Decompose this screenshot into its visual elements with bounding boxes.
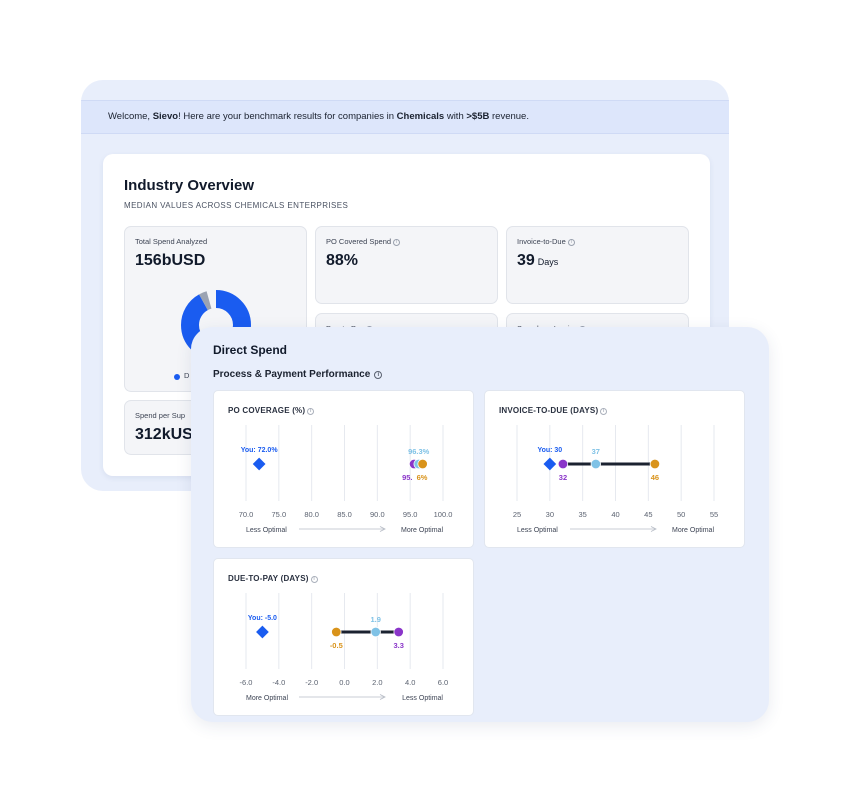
you-label: You: -5.0: [248, 615, 277, 622]
direction-label-left: Less Optimal: [517, 527, 558, 534]
info-icon[interactable]: i: [567, 239, 575, 246]
direct-spend-title: Direct Spend: [213, 343, 288, 357]
peer-label-light-blue: 37: [592, 447, 600, 456]
direction-label-right: More Optimal: [672, 527, 714, 534]
po-coverage-chart-card: PO COVERAGE (%) i 70.0 75.0 80.0 85.0 90.0 95.…: [213, 390, 474, 548]
x-tick-label: 25: [513, 510, 521, 519]
x-tick-label: 100.0: [434, 510, 453, 519]
x-tick-label: 85.0: [337, 510, 352, 519]
spend-per-supplier-value: 312kUS: [135, 426, 193, 443]
user-name: Sievo: [152, 111, 179, 122]
peer-label-orange: 46: [651, 473, 659, 482]
x-tick-label: 40: [611, 510, 619, 519]
po-covered-value: 88%: [326, 252, 359, 269]
peer-marker-light-blue: [590, 458, 602, 470]
x-tick-label: 30: [546, 510, 554, 519]
po-coverage-chart: 70.0 75.0 80.0 85.0 90.0 95.0 100.0 Less Optima…: [239, 425, 453, 534]
peer-marker-orange: [417, 458, 428, 470]
x-tick-label: 35: [578, 510, 586, 519]
invoice-to-due-value: 39: [517, 252, 535, 269]
you-marker: [543, 457, 557, 471]
peer-marker-purple: [393, 626, 404, 638]
invoice-to-due-card: Invoice-to-Due i 39 Days: [506, 226, 689, 304]
legend-dot: [174, 374, 180, 380]
po-covered-label: PO Covered Spend: [326, 237, 392, 246]
x-tick-label: 80.0: [304, 510, 319, 519]
you-marker: [256, 625, 269, 639]
due-to-pay-chart: -6.0 -4.0 -2.0 0.0 2.0 4.0 6.0 More Optimal Less…: [240, 593, 448, 702]
you-marker: [252, 457, 266, 471]
overview-subtitle: MEDIAN VALUES ACROSS CHEMICALS ENTERPRIS…: [124, 201, 349, 210]
peer-label-purple: 95.: [402, 473, 412, 482]
peer-label-light-blue: 1.9: [370, 615, 380, 624]
x-tick-label: 90.0: [370, 510, 385, 519]
direction-label-right: More Optimal: [401, 527, 443, 534]
x-tick-label: 70.0: [239, 510, 254, 519]
revenue-band: >$5B: [466, 111, 490, 122]
x-tick-label: 55: [710, 510, 718, 519]
invoice-to-due-unit: Days: [537, 257, 559, 267]
invoice-to-due-chart-card: INVOICE-TO-DUE (DAYS) i 25 30 35 40 45 50 55 Les…: [484, 390, 745, 548]
peer-label-purple: 3.3: [393, 641, 403, 650]
you-label: You: 30: [537, 447, 562, 454]
welcome-banner: Welcome, Sievo! Here are your benchmark …: [81, 100, 729, 134]
you-label: You: 72.0%: [241, 447, 279, 454]
direction-label-left: More Optimal: [246, 695, 288, 702]
peer-marker-orange: [331, 626, 342, 638]
overview-title: Industry Overview: [124, 177, 255, 194]
x-tick-label: -4.0: [272, 678, 285, 687]
x-tick-label: 50: [677, 510, 685, 519]
legend-label: D: [184, 371, 190, 380]
invoice-to-due-chart: 25 30 35 40 45 50 55 Less Optimal More Optimal Yo…: [513, 425, 718, 534]
x-tick-label: 4.0: [405, 678, 415, 687]
x-tick-label: 95.0: [403, 510, 418, 519]
peer-label-light-blue: 96.3%: [408, 447, 430, 456]
info-icon[interactable]: i: [374, 371, 383, 379]
peer-label-orange: -0.5: [330, 641, 343, 650]
performance-section-title: Process & Payment Performance: [213, 369, 371, 380]
info-icon[interactable]: i: [393, 239, 401, 246]
x-tick-label: 0.0: [339, 678, 349, 687]
invoice-to-due-label: Invoice-to-Due: [517, 237, 566, 246]
x-tick-label: 45: [644, 510, 652, 519]
x-tick-label: 6.0: [438, 678, 448, 687]
peer-marker-purple: [557, 458, 569, 470]
spend-per-supplier-label: Spend per Sup: [135, 411, 186, 420]
total-spend-value: 156bUSD: [135, 252, 206, 269]
peer-marker-light-blue: [370, 626, 381, 638]
x-tick-label: 75.0: [272, 510, 287, 519]
po-covered-card: PO Covered Spend i 88%: [315, 226, 498, 304]
x-tick-label: -2.0: [305, 678, 318, 687]
peer-label-purple: 32: [559, 473, 567, 482]
x-tick-label: -6.0: [240, 678, 253, 687]
total-spend-label: Total Spend Analyzed: [135, 237, 208, 246]
peer-label-orange: 6%: [417, 473, 428, 482]
due-to-pay-chart-card: DUE-TO-PAY (DAYS) i -6.0 -4.0 -2.0 0.0 2.0 4.0…: [213, 558, 474, 716]
direction-label-right: Less Optimal: [402, 695, 443, 702]
x-tick-label: 2.0: [372, 678, 382, 687]
direction-label-left: Less Optimal: [246, 527, 287, 534]
industry-name: Chemicals: [396, 111, 445, 122]
peer-marker-orange: [649, 458, 661, 470]
direct-spend-window: Direct Spend Process & Payment Performan…: [191, 327, 769, 722]
